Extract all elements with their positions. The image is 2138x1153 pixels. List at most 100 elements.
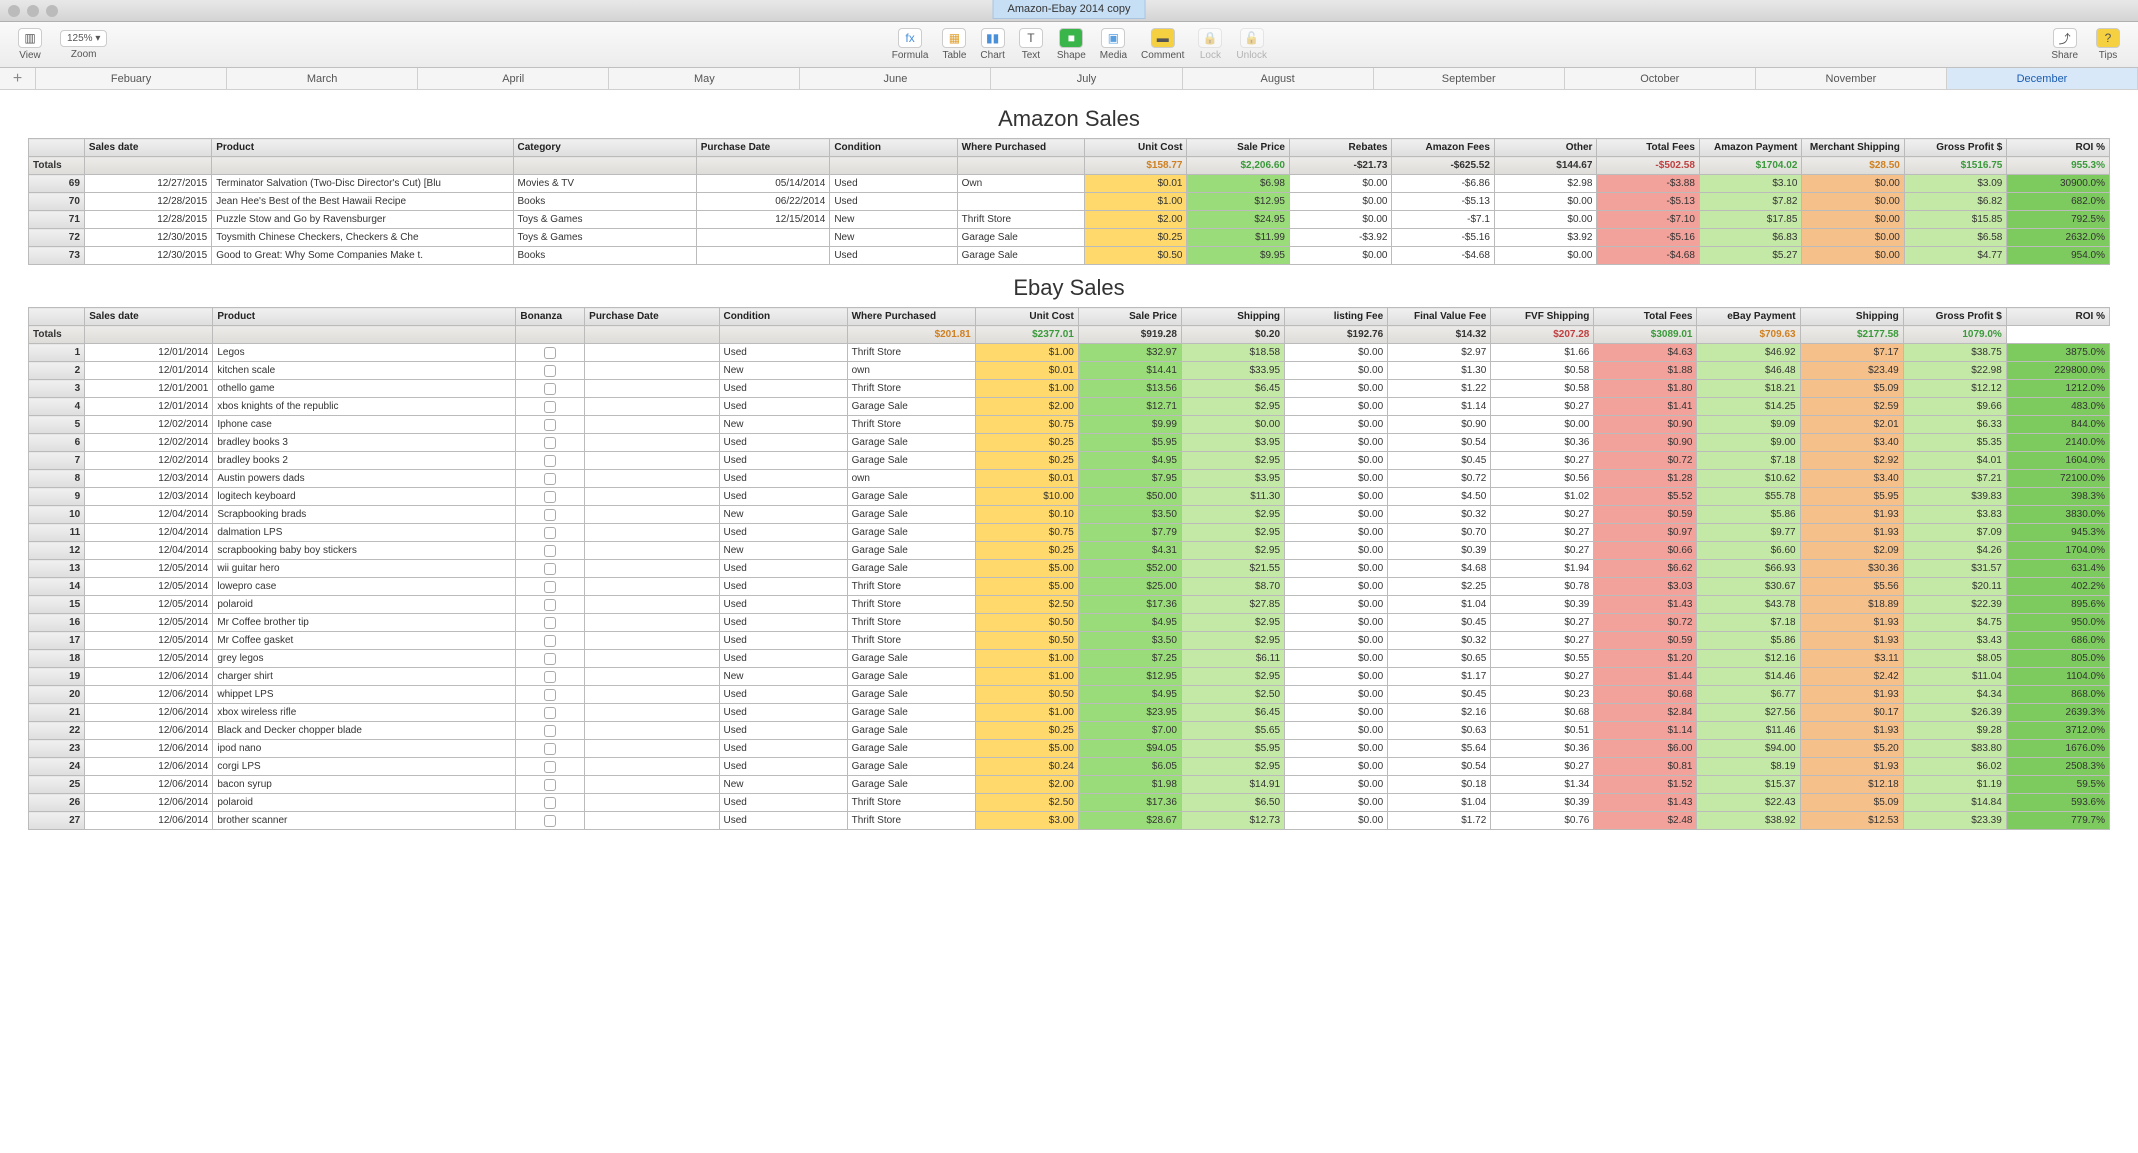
add-tab-button[interactable]: +: [0, 68, 36, 89]
table-row[interactable]: 1012/04/2014Scrapbooking bradsNewGarage …: [29, 506, 2110, 524]
table-row[interactable]: 512/02/2014Iphone caseNewThrift Store$0.…: [29, 416, 2110, 434]
checkbox-icon[interactable]: [544, 473, 556, 485]
tab-december[interactable]: December: [1947, 68, 2138, 89]
checkbox-icon[interactable]: [544, 815, 556, 827]
table-row[interactable]: 2012/06/2014whippet LPSUsedGarage Sale$0…: [29, 686, 2110, 704]
ebay-totals-row: Totals $201.81 $2377.01 $919.28 $0.20 $1…: [29, 326, 2110, 344]
window-titlebar: Amazon-Ebay 2014 copy: [0, 0, 2138, 22]
unlock-button[interactable]: 🔓Unlock: [1230, 26, 1273, 63]
table-row[interactable]: 412/01/2014xbos knights of the republicU…: [29, 398, 2110, 416]
checkbox-icon[interactable]: [544, 509, 556, 521]
tab-may[interactable]: May: [609, 68, 800, 89]
close-icon[interactable]: [8, 5, 20, 17]
checkbox-icon[interactable]: [544, 527, 556, 539]
checkbox-icon[interactable]: [544, 383, 556, 395]
chart-button[interactable]: ▮▮Chart: [974, 26, 1010, 63]
table-row[interactable]: 612/02/2014bradley books 3UsedGarage Sal…: [29, 434, 2110, 452]
checkbox-icon[interactable]: [544, 779, 556, 791]
table-row[interactable]: 6912/27/2015Terminator Salvation (Two-Di…: [29, 175, 2110, 193]
zoom-icon[interactable]: [46, 5, 58, 17]
checkbox-icon[interactable]: [544, 563, 556, 575]
table-row[interactable]: 812/03/2014Austin powers dadsUsedown$0.0…: [29, 470, 2110, 488]
amazon-title: Amazon Sales: [28, 106, 2110, 132]
checkbox-icon[interactable]: [544, 797, 556, 809]
amazon-totals-row: Totals $158.77 $2,206.60 -$21.73 -$625.5…: [29, 157, 2110, 175]
table-row[interactable]: 7312/30/2015Good to Great: Why Some Comp…: [29, 247, 2110, 265]
tab-march[interactable]: March: [227, 68, 418, 89]
toolbar: ▥View 125% ▾Zoom fxFormula ▦Table ▮▮Char…: [0, 22, 2138, 68]
table-row[interactable]: 1512/05/2014polaroidUsedThrift Store$2.5…: [29, 596, 2110, 614]
table-row[interactable]: 212/01/2014kitchen scaleNewown$0.01$14.4…: [29, 362, 2110, 380]
shape-button[interactable]: ■Shape: [1051, 26, 1092, 63]
tab-febuary[interactable]: Febuary: [36, 68, 227, 89]
checkbox-icon[interactable]: [544, 599, 556, 611]
tips-button[interactable]: ?Tips: [2090, 26, 2126, 63]
tab-august[interactable]: August: [1183, 68, 1374, 89]
checkbox-icon[interactable]: [544, 761, 556, 773]
lock-button[interactable]: 🔒Lock: [1192, 26, 1228, 63]
ebay-title: Ebay Sales: [28, 275, 2110, 301]
table-row[interactable]: 712/02/2014bradley books 2UsedGarage Sal…: [29, 452, 2110, 470]
checkbox-icon[interactable]: [544, 419, 556, 431]
table-row[interactable]: 2212/06/2014Black and Decker chopper bla…: [29, 722, 2110, 740]
table-row[interactable]: 1312/05/2014wii guitar heroUsedGarage Sa…: [29, 560, 2110, 578]
table-row[interactable]: 1412/05/2014lowepro caseUsedThrift Store…: [29, 578, 2110, 596]
table-row[interactable]: 1612/05/2014Mr Coffee brother tipUsedThr…: [29, 614, 2110, 632]
media-button[interactable]: ▣Media: [1094, 26, 1133, 63]
checkbox-icon[interactable]: [544, 401, 556, 413]
table-row[interactable]: 7012/28/2015Jean Hee's Best of the Best …: [29, 193, 2110, 211]
table-button[interactable]: ▦Table: [936, 26, 972, 63]
tab-june[interactable]: June: [800, 68, 991, 89]
document-title: Amazon-Ebay 2014 copy: [993, 0, 1146, 19]
table-row[interactable]: 1712/05/2014Mr Coffee gasketUsedThrift S…: [29, 632, 2110, 650]
checkbox-icon[interactable]: [544, 437, 556, 449]
view-button[interactable]: ▥View: [12, 26, 48, 63]
traffic-lights[interactable]: [0, 5, 58, 17]
table-row[interactable]: 7212/30/2015Toysmith Chinese Checkers, C…: [29, 229, 2110, 247]
table-row[interactable]: 2412/06/2014corgi LPSUsedGarage Sale$0.2…: [29, 758, 2110, 776]
ebay-table[interactable]: Sales date Product Bonanza Purchase Date…: [28, 307, 2110, 830]
tab-october[interactable]: October: [1565, 68, 1756, 89]
table-row[interactable]: 2112/06/2014xbox wireless rifleUsedGarag…: [29, 704, 2110, 722]
table-row[interactable]: 2712/06/2014brother scannerUsedThrift St…: [29, 812, 2110, 830]
table-row[interactable]: 1212/04/2014scrapbooking baby boy sticke…: [29, 542, 2110, 560]
ebay-header-row: Sales date Product Bonanza Purchase Date…: [29, 308, 2110, 326]
checkbox-icon[interactable]: [544, 491, 556, 503]
checkbox-icon[interactable]: [544, 617, 556, 629]
formula-button[interactable]: fxFormula: [886, 26, 935, 63]
checkbox-icon[interactable]: [544, 671, 556, 683]
share-button[interactable]: ⤴Share: [2045, 26, 2084, 63]
tab-september[interactable]: September: [1374, 68, 1565, 89]
checkbox-icon[interactable]: [544, 455, 556, 467]
table-row[interactable]: 1912/06/2014charger shirtNewGarage Sale$…: [29, 668, 2110, 686]
tab-april[interactable]: April: [418, 68, 609, 89]
checkbox-icon[interactable]: [544, 725, 556, 737]
text-button[interactable]: TText: [1013, 26, 1049, 63]
checkbox-icon[interactable]: [544, 689, 556, 701]
table-row[interactable]: 2512/06/2014bacon syrupNewGarage Sale$2.…: [29, 776, 2110, 794]
table-row[interactable]: 1812/05/2014grey legosUsedGarage Sale$1.…: [29, 650, 2110, 668]
checkbox-icon[interactable]: [544, 365, 556, 377]
tab-november[interactable]: November: [1756, 68, 1947, 89]
comment-button[interactable]: ▬Comment: [1135, 26, 1190, 63]
table-row[interactable]: 112/01/2014LegosUsedThrift Store$1.00$32…: [29, 344, 2110, 362]
checkbox-icon[interactable]: [544, 707, 556, 719]
minimize-icon[interactable]: [27, 5, 39, 17]
amazon-table[interactable]: Sales date Product Category Purchase Dat…: [28, 138, 2110, 265]
checkbox-icon[interactable]: [544, 545, 556, 557]
table-row[interactable]: 7112/28/2015Puzzle Stow and Go by Ravens…: [29, 211, 2110, 229]
table-row[interactable]: 1112/04/2014dalmation LPSUsedGarage Sale…: [29, 524, 2110, 542]
table-row[interactable]: 912/03/2014logitech keyboardUsedGarage S…: [29, 488, 2110, 506]
checkbox-icon[interactable]: [544, 635, 556, 647]
checkbox-icon[interactable]: [544, 743, 556, 755]
checkbox-icon[interactable]: [544, 581, 556, 593]
table-row[interactable]: 2612/06/2014polaroidUsedThrift Store$2.5…: [29, 794, 2110, 812]
sheet-tabs: + FebuaryMarchAprilMayJuneJulyAugustSept…: [0, 68, 2138, 90]
checkbox-icon[interactable]: [544, 347, 556, 359]
amazon-header-row: Sales date Product Category Purchase Dat…: [29, 139, 2110, 157]
table-row[interactable]: 312/01/2001othello gameUsedThrift Store$…: [29, 380, 2110, 398]
table-row[interactable]: 2312/06/2014ipod nanoUsedGarage Sale$5.0…: [29, 740, 2110, 758]
zoom-select[interactable]: 125% ▾Zoom: [54, 28, 113, 62]
tab-july[interactable]: July: [991, 68, 1182, 89]
checkbox-icon[interactable]: [544, 653, 556, 665]
